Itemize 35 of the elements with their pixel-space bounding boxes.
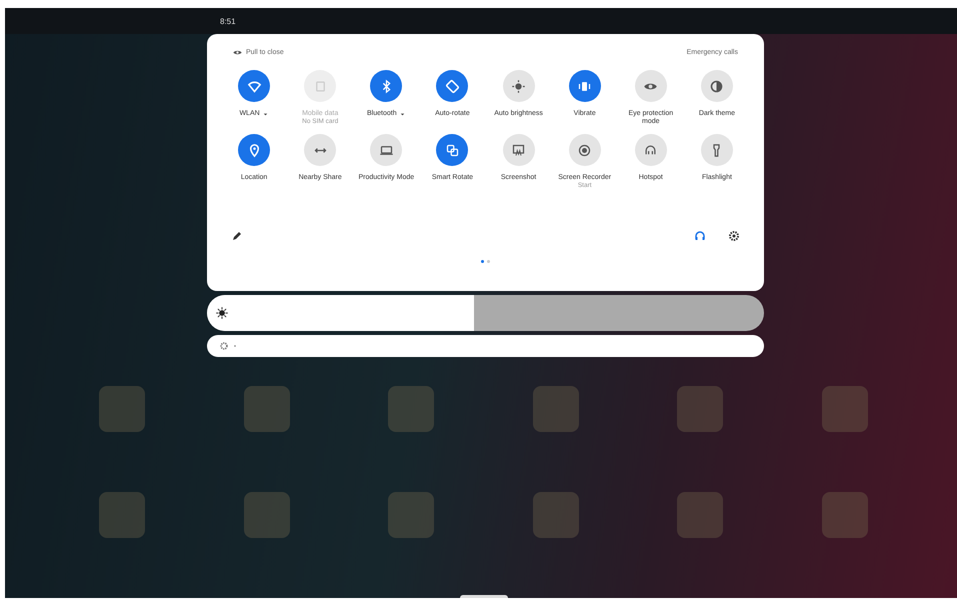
quick-toggle[interactable] xyxy=(436,70,468,102)
quick-toggle[interactable] xyxy=(370,134,402,166)
quick-toggle[interactable] xyxy=(568,70,601,102)
settings-icon[interactable] xyxy=(728,230,740,242)
quick-toggle[interactable] xyxy=(568,134,601,166)
quick-toggle[interactable] xyxy=(700,134,733,166)
page-dot[interactable] xyxy=(487,260,490,263)
quick-toggle[interactable] xyxy=(634,70,667,102)
dot-icon xyxy=(233,344,237,348)
record-icon xyxy=(577,142,592,158)
quick-toggle[interactable] xyxy=(370,70,402,102)
rotate-icon xyxy=(444,78,460,94)
caret-icon[interactable] xyxy=(262,110,269,118)
quick-toggle[interactable] xyxy=(634,134,667,166)
sun-icon xyxy=(511,78,526,94)
quick-toggle[interactable] xyxy=(238,70,270,102)
quick-toggle[interactable] xyxy=(502,70,535,102)
quick-toggle[interactable] xyxy=(502,134,535,166)
squares-icon xyxy=(444,142,460,158)
picture-icon xyxy=(511,142,526,158)
quick-toggle[interactable] xyxy=(304,134,336,166)
quick-toggle[interactable] xyxy=(238,134,270,166)
half-circle-icon xyxy=(709,78,724,94)
quick-toggle[interactable] xyxy=(436,134,468,166)
hotspot-icon xyxy=(643,142,658,158)
status-time: 8:51 xyxy=(220,16,236,26)
sun-icon xyxy=(215,306,229,320)
caret-icon[interactable] xyxy=(398,110,406,118)
pencil-icon[interactable] xyxy=(231,230,243,242)
headphones-icon[interactable] xyxy=(694,230,706,242)
quick-toggle[interactable] xyxy=(700,70,733,102)
gear-icon xyxy=(219,341,229,351)
page-dot[interactable] xyxy=(481,260,484,263)
wifi-icon xyxy=(246,78,262,94)
brightness-slider[interactable] xyxy=(207,295,764,331)
